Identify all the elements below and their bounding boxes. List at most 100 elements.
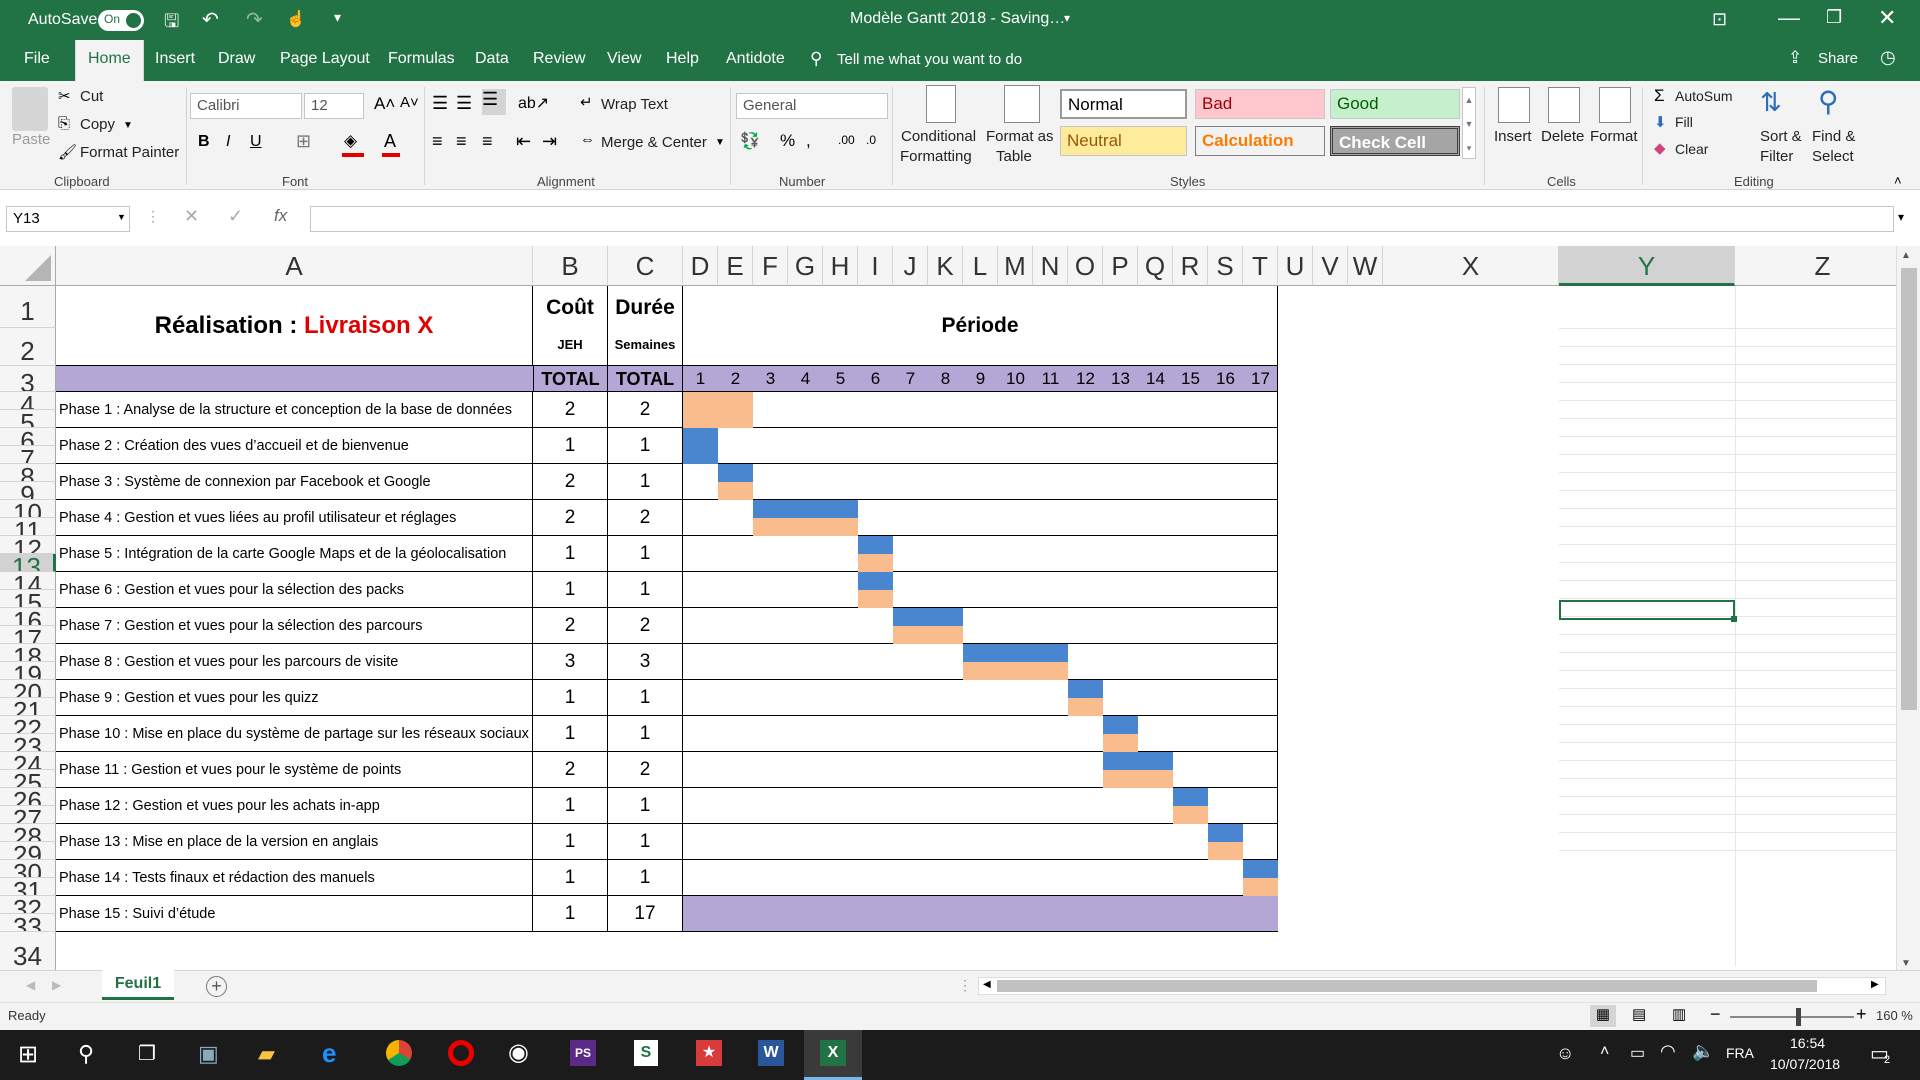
row-header-18[interactable]: 18 [0,644,56,662]
column-header-w[interactable]: W [1348,246,1383,286]
row-header-28[interactable]: 28 [0,824,56,842]
row-header-10[interactable]: 10 [0,500,56,518]
row-header-24[interactable]: 24 [0,752,56,770]
style-good[interactable]: Good [1330,89,1460,119]
conditional-formatting-label-2[interactable]: Formatting [900,148,972,165]
phase-name[interactable]: Phase 3 : Système de connexion par Faceb… [56,464,533,500]
column-header-l[interactable]: L [963,246,998,286]
row-header-15[interactable]: 15 [0,590,56,608]
phase-duration[interactable]: 1 [608,428,683,464]
page-layout-view-icon[interactable]: ▤ [1632,1005,1646,1023]
row-header-19[interactable]: 19 [0,662,56,680]
photos-app-icon[interactable]: ▣ [198,1041,219,1067]
conditional-formatting-icon[interactable] [926,85,956,123]
paste-icon[interactable] [12,87,48,131]
delete-cells-icon[interactable] [1548,87,1580,123]
column-header-u[interactable]: U [1278,246,1313,286]
tab-file[interactable]: File [24,50,50,68]
github-icon[interactable]: ◉ [508,1038,529,1067]
format-cells-icon[interactable] [1599,87,1631,123]
phase-name[interactable]: Phase 7 : Gestion et vues pour la sélect… [56,608,533,644]
row-header-16[interactable]: 16 [0,608,56,626]
touch-mode-icon[interactable]: ☝ [286,9,306,29]
row-header-1[interactable]: 1 [0,286,56,328]
phase-duration[interactable]: 1 [608,824,683,860]
phase-cost[interactable]: 1 [533,896,608,932]
scroll-right-icon[interactable]: ▶ [1871,979,1879,990]
row-header-13[interactable]: 13 [0,554,56,572]
title-dropdown-icon[interactable]: ▾ [1064,11,1070,25]
row-header-23[interactable]: 23 [0,734,56,752]
week-2-header[interactable]: 2 [718,366,753,392]
copy-button[interactable]: Copy [80,116,115,133]
insert-function-icon[interactable]: fx [274,206,287,226]
conditional-formatting-label-1[interactable]: Conditional [901,128,976,145]
phase-duration[interactable]: 1 [608,788,683,824]
sheet-prev-icon[interactable]: ◀ [26,978,35,992]
column-header-y[interactable]: Y [1559,246,1735,286]
column-header-x[interactable]: X [1383,246,1559,286]
week-6-header[interactable]: 6 [858,366,893,392]
phase-duration[interactable]: 2 [608,500,683,536]
week-3-header[interactable]: 3 [753,366,788,392]
row-header-29[interactable]: 29 [0,842,56,860]
font-color-icon[interactable]: A [384,131,396,152]
zoom-slider-thumb[interactable] [1796,1008,1801,1026]
column-header-f[interactable]: F [753,246,788,286]
phase-name[interactable]: Phase 15 : Suivi d’étude [56,896,533,932]
row-header-8[interactable]: 8 [0,464,56,482]
column-header-n[interactable]: N [1033,246,1068,286]
expand-formula-icon[interactable]: ▾ [1898,210,1904,224]
cut-button[interactable]: Cut [80,88,103,105]
style-neutral[interactable]: Neutral [1060,126,1187,156]
phase-name[interactable]: Phase 11 : Gestion et vues pour le systè… [56,752,533,788]
tell-me-search[interactable]: Tell me what you want to do [837,51,1022,68]
phase-cost[interactable]: 1 [533,824,608,860]
scroll-down-icon[interactable]: ▼ [1901,958,1911,969]
tab-help[interactable]: Help [666,50,699,68]
cancel-icon[interactable]: ✕ [184,206,199,227]
ribbon-display-icon[interactable]: ⊡ [1712,9,1727,30]
tab-view[interactable]: View [607,50,641,68]
period-header[interactable]: Période [683,286,1278,366]
phase-name[interactable]: Phase 14 : Tests finaux et rédaction des… [56,860,533,896]
phase-name[interactable]: Phase 4 : Gestion et vues liées au profi… [56,500,533,536]
row-header-4[interactable]: 4 [0,392,56,410]
phase-name[interactable]: Phase 10 : Mise en place du système de p… [56,716,533,752]
windows-start-icon[interactable]: ⊞ [18,1040,38,1069]
tab-home[interactable]: Home [75,40,144,81]
column-header-i[interactable]: I [858,246,893,286]
zoom-level[interactable]: 160 % [1876,1008,1913,1023]
italic-icon[interactable]: I [226,133,230,151]
week-8-header[interactable]: 8 [928,366,963,392]
phase-cost[interactable]: 2 [533,752,608,788]
column-header-e[interactable]: E [718,246,753,286]
column-header-v[interactable]: V [1313,246,1348,286]
styles-gallery-scroll[interactable]: ▲ ▼ ▾ [1462,87,1476,159]
edge-icon[interactable]: e [322,1038,336,1069]
style-normal[interactable]: Normal [1060,89,1187,119]
phase-duration[interactable]: 3 [608,644,683,680]
tab-page-layout[interactable]: Page Layout [280,50,370,68]
borders-icon[interactable]: ⊞ [296,131,311,152]
autosave-toggle[interactable]: On [98,10,144,31]
sort-filter-label-1[interactable]: Sort & [1760,128,1802,145]
battery-icon[interactable]: ▭ [1630,1043,1645,1063]
history-icon[interactable]: ◷ [1880,47,1896,68]
align-middle-icon[interactable]: ☰ [456,93,472,114]
increase-font-icon[interactable]: A˄ [374,94,395,114]
row-header-25[interactable]: 25 [0,770,56,788]
row-header-30[interactable]: 30 [0,860,56,878]
phase-duration[interactable]: 17 [608,896,683,932]
orientation-icon[interactable]: ab↗ [518,93,549,113]
column-header-b[interactable]: B [533,246,608,286]
horizontal-scrollbar[interactable]: ◀ ▶ [978,977,1886,995]
new-sheet-icon[interactable]: + [206,976,227,997]
phase-cost[interactable]: 1 [533,572,608,608]
style-calculation[interactable]: Calculation [1195,126,1325,156]
row-header-11[interactable]: 11 [0,518,56,536]
style-check-cell[interactable]: Check Cell [1330,126,1460,156]
formula-input[interactable] [310,206,1894,232]
phase-duration[interactable]: 1 [608,716,683,752]
number-format-select[interactable]: General [736,93,888,119]
